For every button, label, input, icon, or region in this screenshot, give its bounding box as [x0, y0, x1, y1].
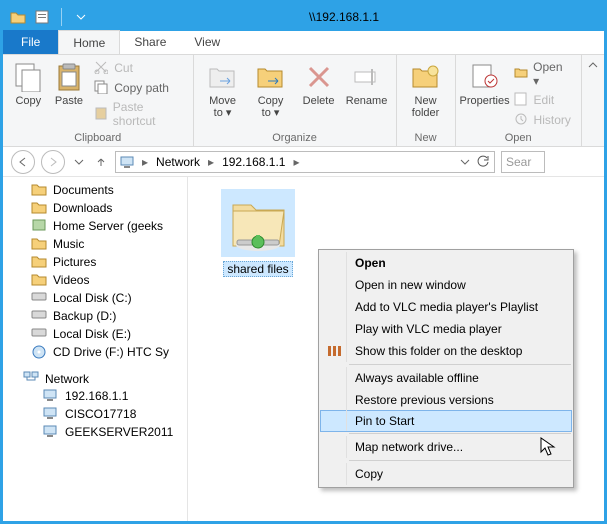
folder-icon: [31, 182, 47, 198]
address-dropdown-icon[interactable]: [460, 158, 470, 166]
breadcrumb-ip[interactable]: 192.168.1.1: [220, 155, 287, 169]
organize-group-label: Organize: [200, 132, 390, 146]
titlebar: \\192.168.1.1: [3, 3, 604, 31]
delete-icon: [303, 61, 335, 93]
computer-icon: [43, 424, 59, 440]
copy-to-button[interactable]: Copy to ▾: [248, 57, 294, 119]
tree-pc-2[interactable]: CISCO17718: [3, 405, 187, 423]
folder-icon: [31, 200, 47, 216]
rename-button[interactable]: Rename: [344, 57, 390, 107]
computer-icon: [43, 406, 59, 422]
edit-icon: [514, 92, 530, 108]
open-group-label: Open: [462, 132, 575, 146]
tree-network-header[interactable]: Network: [3, 371, 187, 387]
paste-shortcut-icon: [94, 106, 109, 122]
shared-files-folder[interactable]: shared files: [218, 189, 298, 277]
move-to-button[interactable]: Move to ▾: [200, 57, 246, 119]
ctx-always-offline[interactable]: Always available offline: [321, 367, 571, 389]
ctx-open[interactable]: Open: [321, 252, 571, 274]
clipboard-group-label: Clipboard: [9, 132, 187, 146]
homeserver-icon: [31, 218, 47, 234]
properties-button[interactable]: Properties: [462, 57, 508, 107]
tree-documents[interactable]: Documents: [3, 181, 187, 199]
folder-icon: [31, 254, 47, 270]
drive-icon: [31, 326, 47, 342]
window-title: \\192.168.1.1: [90, 10, 598, 24]
breadcrumb-network[interactable]: Network: [154, 155, 202, 169]
cursor-icon: [540, 437, 556, 457]
ctx-open-new-window[interactable]: Open in new window: [321, 274, 571, 296]
drive-icon: [31, 290, 47, 306]
navigation-pane: Documents Downloads Home Server (geeks M…: [3, 177, 188, 521]
recent-locations-icon[interactable]: [71, 150, 87, 174]
cut-button[interactable]: Cut: [90, 59, 186, 77]
paste-button[interactable]: Paste: [50, 57, 89, 107]
ctx-pin-to-start[interactable]: Pin to Start: [320, 410, 572, 432]
cd-icon: [31, 344, 47, 360]
ctx-show-desktop[interactable]: Show this folder on the desktop: [321, 340, 571, 362]
delete-button[interactable]: Delete: [296, 57, 342, 107]
context-menu: Open Open in new window Add to VLC media…: [318, 249, 574, 488]
ctx-vlc-playlist[interactable]: Add to VLC media player's Playlist: [321, 296, 571, 318]
tree-videos[interactable]: Videos: [3, 271, 187, 289]
back-button[interactable]: [11, 150, 35, 174]
properties-qat-icon[interactable]: [33, 8, 51, 26]
folder-icon: [31, 236, 47, 252]
qat-dropdown-icon[interactable]: [72, 8, 90, 26]
new-group-label: New: [403, 132, 449, 146]
tree-cd-drive[interactable]: CD Drive (F:) HTC Sy: [3, 343, 187, 361]
properties-icon: [469, 61, 501, 93]
up-button[interactable]: [93, 150, 109, 174]
folder-icon: [31, 272, 47, 288]
tree-local-e[interactable]: Local Disk (E:): [3, 325, 187, 343]
edit-button[interactable]: Edit: [510, 91, 575, 109]
forward-button[interactable]: [41, 150, 65, 174]
ribbon-collapse-icon[interactable]: [582, 55, 604, 146]
ribbon-tabs: File Home Share View: [3, 31, 604, 55]
new-folder-button[interactable]: New folder: [403, 57, 449, 119]
drive-icon: [31, 308, 47, 324]
tree-downloads[interactable]: Downloads: [3, 199, 187, 217]
tree-music[interactable]: Music: [3, 235, 187, 253]
ribbon: Copy Paste Cut Copy path Paste shortcut …: [3, 55, 604, 147]
computer-icon: [43, 388, 59, 404]
copy-path-button[interactable]: Copy path: [90, 79, 186, 97]
open-button[interactable]: Open ▾: [510, 59, 575, 89]
tree-backup-d[interactable]: Backup (D:): [3, 307, 187, 325]
home-tab[interactable]: Home: [58, 30, 120, 54]
rename-icon: [351, 61, 383, 93]
view-tab[interactable]: View: [180, 30, 234, 54]
refresh-icon[interactable]: [476, 155, 490, 169]
fences-icon: [326, 344, 342, 358]
file-tab[interactable]: File: [3, 30, 58, 54]
ctx-restore-versions[interactable]: Restore previous versions: [321, 389, 571, 411]
tree-homeserver[interactable]: Home Server (geeks: [3, 217, 187, 235]
folder-qat-icon: [9, 8, 27, 26]
paste-shortcut-button[interactable]: Paste shortcut: [90, 99, 186, 129]
tree-pc-3[interactable]: GEEKSERVER2011: [3, 423, 187, 441]
history-icon: [514, 112, 530, 128]
folder-label: shared files: [223, 261, 292, 277]
open-icon: [514, 66, 530, 82]
network-icon: [23, 371, 39, 387]
tree-pc-1[interactable]: 192.168.1.1: [3, 387, 187, 405]
ctx-map-drive[interactable]: Map network drive...: [321, 436, 571, 458]
copy-path-icon: [94, 80, 110, 96]
tree-pictures[interactable]: Pictures: [3, 253, 187, 271]
file-view[interactable]: shared files Open Open in new window Add…: [188, 177, 604, 521]
search-input[interactable]: Sear: [501, 151, 545, 173]
share-tab[interactable]: Share: [120, 30, 180, 54]
navigation-bar: ▸ Network ▸ 192.168.1.1 ▸ Sear: [3, 147, 604, 177]
history-button[interactable]: History: [510, 111, 575, 129]
ctx-copy[interactable]: Copy: [321, 463, 571, 485]
address-bar[interactable]: ▸ Network ▸ 192.168.1.1 ▸: [115, 151, 495, 173]
computer-icon: [120, 155, 136, 169]
scissors-icon: [94, 60, 110, 76]
ctx-vlc-play[interactable]: Play with VLC media player: [321, 318, 571, 340]
copy-button[interactable]: Copy: [9, 57, 48, 107]
tree-local-c[interactable]: Local Disk (C:): [3, 289, 187, 307]
